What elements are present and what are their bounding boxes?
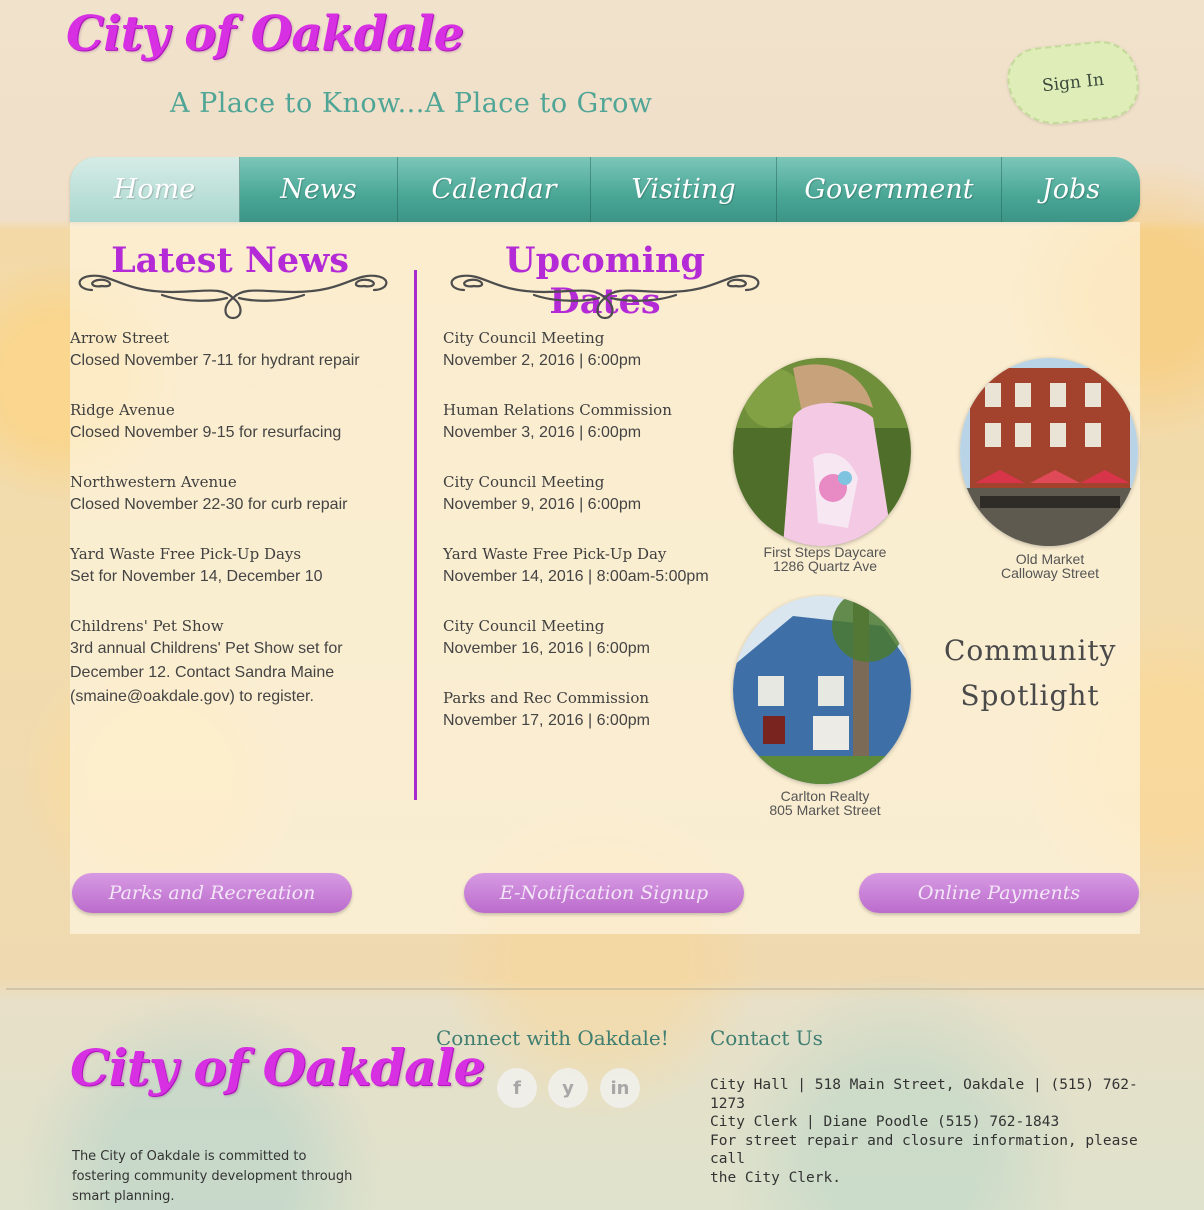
- news-title: Arrow Street: [70, 329, 170, 347]
- contact-line: For street repair and closure informatio…: [710, 1132, 1138, 1168]
- news-desc: Set for November 14, December 10: [70, 568, 323, 585]
- about-line: The City of Oakdale is committed to: [72, 1149, 307, 1164]
- nav-item-government[interactable]: Government: [777, 157, 1002, 222]
- event-title: Human Relations Commission: [443, 401, 672, 419]
- news-title: Northwestern Avenue: [70, 473, 237, 491]
- event-title: Parks and Rec Commission: [443, 689, 650, 707]
- event-item[interactable]: City Council Meeting November 16, 2016 |…: [443, 615, 650, 661]
- contact-line: City Clerk | Diane Poodle (515) 762-1843: [710, 1114, 1060, 1130]
- realty-caption: Carlton Realty 805 Market Street: [725, 789, 925, 817]
- old-market-photo[interactable]: [960, 358, 1138, 546]
- news-desc: Closed November 22-30 for curb repair: [70, 496, 348, 513]
- connect-heading: Connect with Oakdale!: [436, 1026, 669, 1050]
- news-desc-line: December 12. Contact Sandra Maine: [70, 664, 335, 681]
- site-tagline: A Place to Know...A Place to Grow: [170, 88, 653, 119]
- place-address: 805 Market Street: [769, 802, 881, 818]
- event-title: Yard Waste Free Pick-Up Day: [443, 545, 667, 563]
- news-desc-line: 3rd annual Childrens' Pet Show set for: [70, 640, 343, 657]
- column-divider: [414, 270, 417, 800]
- news-title: Yard Waste Free Pick-Up Days: [70, 545, 302, 563]
- place-name: Carlton Realty: [780, 788, 870, 804]
- facebook-icon[interactable]: f: [497, 1068, 537, 1108]
- event-title: City Council Meeting: [443, 473, 605, 491]
- sign-in-button[interactable]: Sign In: [1004, 37, 1142, 129]
- scroll-flourish-icon: [78, 274, 388, 320]
- news-title: Ridge Avenue: [70, 401, 175, 419]
- event-date: November 16, 2016 | 6:00pm: [443, 640, 650, 657]
- scroll-flourish-icon: [450, 274, 760, 320]
- news-item[interactable]: Ridge Avenue Closed November 9-15 for re…: [70, 399, 341, 445]
- community-spotlight-title: Community Spotlight: [944, 628, 1116, 718]
- event-date: November 3, 2016 | 6:00pm: [443, 424, 642, 441]
- news-item[interactable]: Yard Waste Free Pick-Up Days Set for Nov…: [70, 543, 323, 589]
- online-payments-button[interactable]: Online Payments: [859, 873, 1139, 913]
- e-notification-signup-button[interactable]: E-Notification Signup: [464, 873, 744, 913]
- place-address: 1286 Quartz Ave: [772, 558, 878, 574]
- news-desc: Closed November 7-11 for hydrant repair: [70, 352, 360, 369]
- nav-item-visiting[interactable]: Visiting: [591, 157, 777, 222]
- news-desc-line: (smaine@oakdale.gov) to register.: [70, 688, 314, 705]
- old-market-caption: Old Market Calloway Street: [950, 552, 1150, 580]
- footer-divider: [6, 988, 1204, 990]
- event-item[interactable]: Parks and Rec Commission November 17, 20…: [443, 687, 650, 733]
- place-name: Old Market: [1015, 551, 1085, 567]
- spotlight-title-line: Spotlight: [960, 679, 1100, 712]
- contact-line: City Hall | 518 Main Street, Oakdale | (…: [710, 1077, 1138, 1112]
- nav-item-news[interactable]: News: [240, 157, 398, 222]
- site-logo[interactable]: City of Oakdale: [66, 6, 464, 62]
- event-title: City Council Meeting: [443, 329, 605, 347]
- spotlight-title-line: Community: [944, 634, 1117, 667]
- footer-logo[interactable]: City of Oakdale: [70, 1038, 485, 1097]
- news-item[interactable]: Arrow Street Closed November 7-11 for hy…: [70, 327, 360, 373]
- main-nav: Home News Calendar Visiting Government J…: [70, 157, 1140, 222]
- event-title: City Council Meeting: [443, 617, 605, 635]
- about-line: smart planning.: [72, 1189, 175, 1204]
- event-date: November 17, 2016 | 6:00pm: [443, 712, 650, 729]
- realty-photo[interactable]: [733, 596, 911, 784]
- nav-item-calendar[interactable]: Calendar: [398, 157, 591, 222]
- linkedin-icon[interactable]: in: [600, 1068, 640, 1108]
- news-desc: Closed November 9-15 for resurfacing: [70, 424, 342, 441]
- daycare-photo[interactable]: [733, 358, 911, 546]
- event-item[interactable]: Human Relations Commission November 3, 2…: [443, 399, 672, 445]
- place-name: First Steps Daycare: [763, 544, 887, 560]
- event-item[interactable]: City Council Meeting November 9, 2016 | …: [443, 471, 641, 517]
- twitter-icon[interactable]: y: [548, 1068, 588, 1108]
- event-date: November 14, 2016 | 8:00am-5:00pm: [443, 568, 709, 585]
- footer-about: The City of Oakdale is committed to fost…: [72, 1147, 392, 1207]
- event-date: November 2, 2016 | 6:00pm: [443, 352, 642, 369]
- contact-heading: Contact Us: [710, 1026, 823, 1050]
- contact-line: the City Clerk.: [710, 1169, 841, 1186]
- nav-item-home[interactable]: Home: [70, 157, 240, 222]
- contact-info: City Hall | 518 Main Street, Oakdale | (…: [710, 1076, 1150, 1187]
- event-item[interactable]: City Council Meeting November 2, 2016 | …: [443, 327, 641, 373]
- news-title: Childrens' Pet Show: [70, 617, 224, 635]
- nav-item-jobs[interactable]: Jobs: [1002, 157, 1140, 222]
- news-item[interactable]: Childrens' Pet Show 3rd annual Childrens…: [70, 615, 343, 709]
- about-line: fostering community development through: [72, 1169, 353, 1184]
- news-item[interactable]: Northwestern Avenue Closed November 22-3…: [70, 471, 347, 517]
- place-address: Calloway Street: [1000, 565, 1100, 581]
- parks-recreation-button[interactable]: Parks and Recreation: [72, 873, 352, 913]
- event-item[interactable]: Yard Waste Free Pick-Up Day November 14,…: [443, 543, 709, 589]
- daycare-caption: First Steps Daycare 1286 Quartz Ave: [725, 545, 925, 573]
- event-date: November 9, 2016 | 6:00pm: [443, 496, 642, 513]
